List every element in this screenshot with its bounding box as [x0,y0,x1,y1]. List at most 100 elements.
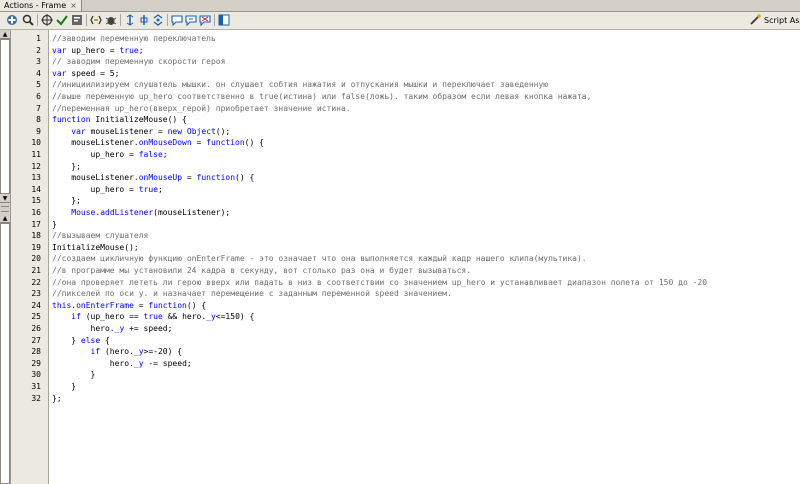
code-keyword: else [80,335,101,345]
close-icon[interactable]: × [70,0,77,11]
code-keyword: onMouseDown [138,138,192,148]
code-line: }; [52,161,81,173]
code-line: } [52,381,76,393]
line-number: 11 [31,150,41,159]
line-number: 7 [36,103,41,113]
line-number: 20 [31,254,41,264]
code-text: mouseListener. [52,138,139,148]
code-keyword: onMouseUp [138,173,183,183]
show-code-hint-icon[interactable] [89,13,103,27]
code-line: Mouse.addListener(mouseListener); [52,207,230,219]
code-text: } [52,335,81,345]
find-icon[interactable] [21,13,35,27]
code-text: ; [162,150,168,159]
line-number: 13 [31,173,41,183]
code-line: } else { [52,335,110,347]
actions-panel: Actions - Frame × Script As ▲ ▼ ▲ 1 2 3 … [0,0,800,484]
code-line: up_hero = false; [52,149,168,161]
insert-target-path-icon[interactable] [40,13,54,27]
line-number: 17 [31,219,41,229]
collapse-selection-icon[interactable] [137,13,151,27]
line-number: 19 [31,242,41,252]
code-comment: //переменная up_hero(вверх_герой) приобр… [52,103,351,113]
code-keyword: function [196,173,236,183]
scroll-down-arrow[interactable]: ▼ [0,194,10,203]
collapse-between-braces-icon[interactable] [123,13,137,27]
expand-all-icon[interactable] [151,13,165,27]
line-number: 28 [31,347,41,357]
toolbar-separator [120,14,121,26]
code-line: up_hero = true; [52,184,163,196]
code-text: } [52,219,57,229]
panel-splitter-handle[interactable] [1,206,9,212]
code-line: //создаем цикличную функцию onEnterFrame… [52,253,587,265]
show-hide-toolbox-icon[interactable] [217,13,231,27]
code-text: up_hero = [52,150,139,159]
line-number: 16 [31,208,41,217]
code-text: }; [52,393,62,403]
toolbox-scrolltrack-top[interactable] [0,39,10,194]
code-keyword: true [143,312,163,322]
code-comment: //инициилизируем слушатель мышки. он слу… [52,80,549,90]
code-line: //пикселей по оси y. и назначает перемещ… [52,288,452,300]
code-text: speed = 5; [66,68,120,78]
code-keyword: var [71,126,86,136]
code-line: }; [52,393,62,405]
code-text: (up_hero == [80,312,144,322]
line-number-gutter: 1 2 3 4 5 6 7 8 9 10 11 12 13 14 15 16 17 18 19 20 21 22 23 24 2… [11,30,49,484]
tab-actions-frame[interactable]: Actions - Frame × [0,0,82,11]
remove-comment-icon[interactable] [198,13,212,27]
code-line: // заводим переменную скорости героя [52,56,225,68]
apply-line-comment-icon[interactable] [184,13,198,27]
apply-block-comment-icon[interactable] [170,13,184,27]
code-line: function InitializeMouse() { [52,114,187,126]
line-number: 8 [36,115,41,125]
script-assist-button[interactable]: Script Assi [750,13,800,28]
code-text: }; [52,161,81,171]
toolbar-separator [86,14,87,26]
code-keyword: _y [133,358,144,368]
debug-options-icon[interactable] [104,13,118,27]
code-line: } [52,219,57,231]
line-number: 3 [36,57,41,67]
line-number: 18 [31,231,41,241]
line-number: 12 [31,161,41,171]
code-text: (hero. [100,347,134,357]
toolbox-scrolltrack-bottom[interactable] [0,223,10,484]
line-number: 15 [31,196,41,206]
code-keyword: Mouse [71,208,96,217]
line-number: 27 [31,335,41,345]
code-text: <=150) { [215,312,255,322]
code-keyword: var [52,68,67,78]
code-line: var speed = 5; [52,68,119,80]
code-comment: //заводим переменную переключатель [52,34,216,43]
code-text: () { [244,138,264,148]
code-keyword: true [138,184,158,194]
add-statement-icon[interactable] [5,13,19,27]
code-text: } [52,370,96,380]
code-line: var mouseListener = new Object(); [52,126,230,138]
line-number: 29 [31,358,41,368]
scroll-up-arrow[interactable]: ▲ [0,214,10,223]
code-text: InitializeMouse() { [90,115,187,125]
check-syntax-icon[interactable] [55,13,69,27]
code-line: hero._y -= speed; [52,358,192,370]
code-line: //в программе мы установили 24 кадра в с… [52,265,471,277]
code-line: //переменная up_hero(вверх_герой) приобр… [52,103,351,115]
scroll-up-arrow[interactable]: ▲ [0,30,10,39]
auto-format-icon[interactable] [70,13,84,27]
code-line: //выше переменную up_hero соответственно… [52,91,591,103]
code-text: ; [157,184,163,194]
code-keyword: onEnterFrame [76,300,134,310]
code-line: //заводим переменную переключатель [52,33,216,45]
code-line: mouseListener.onMouseUp = function() { [52,172,254,184]
code-comment: //пикселей по оси y. и назначает перемещ… [52,289,452,299]
code-keyword: if [90,347,101,357]
code-text: -= speed; [143,358,192,368]
code-editor[interactable]: //заводим переменную переключатель var up… [49,30,800,484]
code-keyword: Object [186,126,216,136]
code-text: = [133,300,149,310]
